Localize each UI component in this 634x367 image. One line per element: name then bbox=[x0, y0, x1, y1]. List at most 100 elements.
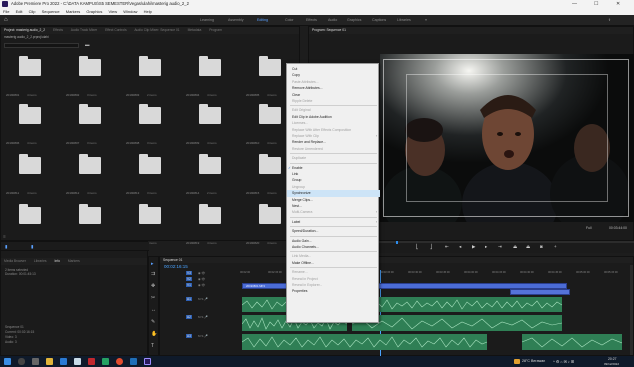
track-mute-solo-icon[interactable]: M S 🎤 bbox=[198, 315, 208, 319]
tab-effects[interactable]: Effects bbox=[53, 28, 63, 32]
menu-item-make-offline[interactable]: Make Offline... bbox=[287, 260, 380, 266]
edge-icon[interactable] bbox=[60, 358, 67, 365]
overwrite-icon[interactable]: ▮ bbox=[31, 244, 33, 250]
workspace-more-icon[interactable]: » bbox=[425, 18, 427, 22]
tab-effect-controls[interactable]: Effect Controls bbox=[105, 28, 127, 32]
menu-item-label[interactable]: Label › bbox=[287, 219, 380, 225]
go-to-out-icon[interactable]: ⇥ bbox=[498, 244, 502, 250]
tab-audio-clip-mixer[interactable]: Audio Clip Mixer: Sequence 01 bbox=[134, 28, 179, 32]
lift-icon[interactable]: ⏏ bbox=[513, 244, 517, 250]
workspace-color[interactable]: Color bbox=[285, 18, 294, 22]
play-icon[interactable]: ▶ bbox=[472, 244, 475, 250]
workspace-libraries[interactable]: Libraries bbox=[397, 18, 411, 22]
maximize-button[interactable]: ☐ bbox=[594, 0, 598, 8]
minimize-button[interactable]: — bbox=[572, 0, 577, 8]
tab-metadata[interactable]: Metadata bbox=[188, 28, 202, 32]
type-tool-icon[interactable]: T bbox=[151, 343, 154, 349]
go-to-in-icon[interactable]: ⇤ bbox=[445, 244, 449, 250]
playhead-marker[interactable] bbox=[396, 241, 398, 244]
list-view-icon[interactable]: ☰ bbox=[3, 235, 13, 239]
menu-markers[interactable]: Markers bbox=[66, 9, 80, 14]
menu-graphics[interactable]: Graphics bbox=[86, 9, 102, 14]
track-label[interactable]: V2 bbox=[186, 277, 192, 281]
selection-tool-icon[interactable]: ▸ bbox=[151, 261, 154, 267]
store-icon[interactable] bbox=[74, 358, 81, 365]
bin-folder[interactable]: 20190819 4 items bbox=[185, 197, 234, 252]
menu-window[interactable]: Window bbox=[123, 9, 137, 14]
menu-file[interactable]: File bbox=[3, 9, 9, 14]
task-view-icon[interactable] bbox=[32, 358, 39, 365]
menu-clip[interactable]: Clip bbox=[29, 9, 36, 14]
mark-in-icon[interactable]: ⎣ bbox=[416, 244, 418, 250]
step-forward-icon[interactable]: ▸ bbox=[485, 244, 487, 250]
tab-libraries[interactable]: Libraries bbox=[34, 259, 47, 263]
export-frame-icon[interactable]: ◙ bbox=[540, 244, 543, 249]
bin-folder[interactable]: 20190801 4 items bbox=[5, 49, 54, 104]
menu-view[interactable]: View bbox=[108, 9, 117, 14]
hand-tool-icon[interactable]: ✋ bbox=[151, 331, 157, 337]
track-header[interactable]: A2 M S 🎤 bbox=[164, 315, 238, 320]
workspace-captions[interactable]: Captions bbox=[372, 18, 386, 22]
timeline-scrollbar[interactable] bbox=[630, 265, 633, 355]
workspace-audio[interactable]: Audio bbox=[328, 18, 337, 22]
track-header[interactable]: V2 ◉ 👁 bbox=[164, 277, 238, 282]
track-label[interactable]: A3 bbox=[186, 334, 192, 338]
menu-edit[interactable]: Edit bbox=[16, 9, 23, 14]
tab-project[interactable]: Project: masterig audio_2_2 bbox=[4, 28, 45, 32]
track-header[interactable]: V1 ◉ 👁 bbox=[164, 283, 238, 288]
track-label[interactable]: V1 bbox=[186, 283, 192, 287]
bin-folder[interactable]: 20190813 3 items bbox=[125, 147, 174, 202]
tab-markers[interactable]: Markers bbox=[68, 259, 80, 263]
clock-time[interactable]: 20:27 bbox=[608, 357, 617, 361]
track-select-tool-icon[interactable]: ⇉ bbox=[151, 271, 155, 277]
whatsapp-icon[interactable] bbox=[102, 358, 109, 365]
tab-info[interactable]: Info bbox=[55, 259, 61, 263]
ripple-edit-tool-icon[interactable]: ✥ bbox=[151, 283, 155, 289]
track-visibility-icon[interactable]: ◉ 👁 bbox=[198, 283, 205, 287]
word-icon[interactable] bbox=[130, 358, 137, 365]
weather-text[interactable]: 28°C Berawan bbox=[522, 359, 545, 363]
home-icon[interactable]: ⌂ bbox=[4, 17, 10, 23]
chrome-icon[interactable] bbox=[116, 358, 123, 365]
bin-folder[interactable]: 20190811 4 items bbox=[5, 147, 54, 202]
track-mute-solo-icon[interactable]: M S 🎤 bbox=[198, 297, 208, 301]
bin-folder[interactable]: 20190804 4 items bbox=[185, 49, 234, 104]
extract-icon[interactable]: ⏏ bbox=[526, 244, 530, 250]
track-header[interactable]: A1 M S 🎤 bbox=[164, 297, 238, 302]
bin-folder[interactable]: 20190812 4 items bbox=[65, 147, 114, 202]
clock-date[interactable]: 09/12/2022 bbox=[604, 362, 619, 366]
menu-help[interactable]: Help bbox=[144, 9, 152, 14]
menu-sequence[interactable]: Sequence bbox=[42, 9, 60, 14]
video-clip-2[interactable] bbox=[510, 289, 570, 295]
slip-tool-icon[interactable]: ↔ bbox=[151, 307, 156, 313]
bin-folder[interactable]: 20190802 3 items bbox=[65, 49, 114, 104]
tray-icons[interactable]: ^ ⚙ ⌂ ✉ ♪ ⊞ bbox=[553, 359, 574, 364]
bin-folder[interactable]: 20190808 3 items bbox=[125, 97, 174, 152]
pen-tool-icon[interactable]: ✎ bbox=[151, 319, 155, 325]
file-explorer-icon[interactable] bbox=[46, 358, 53, 365]
menu-item-audio-channels[interactable]: Audio Channels... bbox=[287, 244, 380, 250]
bin-icon[interactable]: ▬ bbox=[85, 42, 90, 47]
tab-audio-track-mixer[interactable]: Audio Track Mixer bbox=[71, 28, 97, 32]
step-back-icon[interactable]: ◂ bbox=[459, 244, 461, 250]
tab-program[interactable]: Program bbox=[209, 28, 222, 32]
workspace-graphics[interactable]: Graphics bbox=[347, 18, 361, 22]
button-editor-icon[interactable]: + bbox=[554, 244, 557, 249]
close-button[interactable]: ✕ bbox=[616, 0, 620, 8]
bin-folder[interactable]: 20190809 4 items bbox=[185, 97, 234, 152]
acrobat-icon[interactable] bbox=[88, 358, 95, 365]
workspace-editing[interactable]: Editing bbox=[257, 18, 268, 22]
timeline-timecode[interactable]: 00:02:16:15 bbox=[164, 264, 188, 269]
track-visibility-icon[interactable]: ◉ 👁 bbox=[198, 271, 205, 275]
track-label[interactable]: A1 bbox=[186, 297, 192, 301]
tab-sequence-01[interactable]: Sequence 01 bbox=[163, 258, 182, 262]
menu-item-speed-duration[interactable]: Speed/Duration... bbox=[287, 228, 380, 234]
bin-folder[interactable]: 20190807 3 items bbox=[65, 97, 114, 152]
track-label[interactable]: A2 bbox=[186, 315, 192, 319]
razor-tool-icon[interactable]: ✂ bbox=[151, 295, 155, 301]
tab-media-browser[interactable]: Media Browser bbox=[4, 259, 26, 263]
share-icon[interactable]: ⇧ bbox=[608, 18, 611, 22]
workspace-effects[interactable]: Effects bbox=[306, 18, 317, 22]
search-icon[interactable] bbox=[18, 358, 25, 365]
bin-folder[interactable]: 20190803 2 items bbox=[125, 49, 174, 104]
